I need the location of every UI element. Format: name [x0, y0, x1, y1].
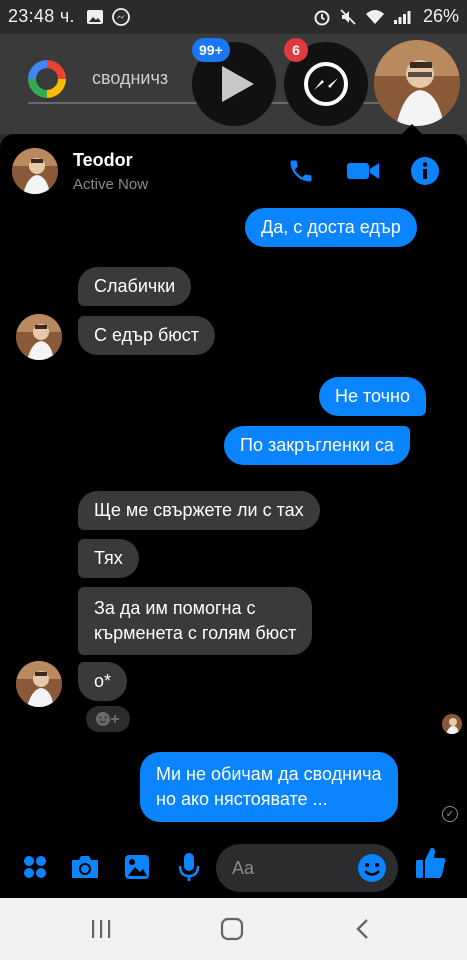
play-badge: 99+: [192, 38, 230, 62]
contact-message-avatar: [16, 661, 62, 707]
message-incoming[interactable]: За да им помогна с кърменета с голям бюс…: [78, 587, 313, 655]
like-icon: [416, 847, 446, 878]
back-button[interactable]: [348, 914, 378, 944]
back-icon: [356, 919, 368, 939]
recent-apps-button[interactable]: [86, 914, 116, 944]
seen-indicator-avatar: [442, 714, 462, 734]
home-button[interactable]: [217, 914, 247, 944]
message-incoming[interactable]: Тях: [78, 539, 139, 578]
message-incoming[interactable]: Слабички: [78, 267, 192, 306]
emoji-button[interactable]: [356, 852, 388, 884]
system-navigation-bar: [0, 898, 467, 960]
message-outgoing[interactable]: Да, с доста едър: [245, 208, 417, 247]
battery-level: 26%: [422, 6, 459, 26]
camera-icon: [72, 856, 98, 878]
video-call-button[interactable]: [346, 154, 380, 188]
message-incoming[interactable]: С едър бюст: [78, 316, 216, 355]
message-incoming[interactable]: Ще ме свържете ли с тах: [78, 491, 320, 530]
message-composer: Aa: [0, 838, 467, 898]
messenger-notification-icon: [112, 8, 130, 26]
add-reaction-icon: [96, 712, 119, 726]
message-outgoing[interactable]: Ми не обичам да сводничa но ако нястоява…: [140, 752, 398, 822]
status-bar: 23:48 ч. 26%: [0, 0, 467, 34]
chat-panel: Teodor Active Now Да, с доста едър Слаби…: [0, 134, 467, 898]
wifi-icon: [366, 10, 384, 24]
google-logo: [28, 60, 66, 98]
gallery-button[interactable]: [120, 850, 154, 884]
mic-icon: [178, 853, 200, 881]
call-button[interactable]: [284, 154, 318, 188]
mute-icon: [340, 9, 356, 25]
info-button[interactable]: [408, 154, 442, 188]
phone-icon: [290, 160, 312, 182]
chat-header: Teodor Active Now: [0, 134, 467, 208]
add-reaction-button[interactable]: [86, 706, 130, 732]
like-button[interactable]: [414, 846, 448, 880]
apps-button[interactable]: [18, 850, 52, 884]
messenger-badge: 6: [284, 38, 308, 62]
gallery-notification-icon: [87, 10, 103, 24]
video-icon: [347, 163, 379, 179]
gallery-icon: [125, 855, 149, 879]
alarm-icon: [314, 10, 330, 26]
status-time: 23:48 ч.: [8, 6, 75, 26]
message-input-placeholder: Aa: [232, 858, 255, 878]
contact-name: Teodor: [73, 150, 133, 170]
signal-icon: [394, 11, 411, 24]
delivered-check-icon: ✓: [442, 806, 458, 822]
info-icon: [411, 157, 439, 185]
camera-button[interactable]: [68, 850, 102, 884]
message-outgoing[interactable]: Не точно: [319, 377, 426, 416]
home-icon: [220, 917, 244, 941]
contact-message-avatar: [16, 314, 62, 360]
recent-apps-icon: [92, 920, 111, 938]
message-outgoing[interactable]: По закръгленки са: [224, 426, 410, 465]
message-incoming[interactable]: о*: [78, 662, 128, 701]
contact-chat-head-avatar[interactable]: [374, 40, 460, 126]
search-query: сводничз: [92, 68, 169, 88]
emoji-icon: [358, 854, 386, 882]
message-input[interactable]: Aa: [216, 844, 398, 892]
voice-button[interactable]: [172, 850, 206, 884]
apps-icon: [24, 856, 46, 878]
contact-avatar[interactable]: [12, 148, 58, 194]
contact-status: Active Now: [73, 176, 149, 193]
